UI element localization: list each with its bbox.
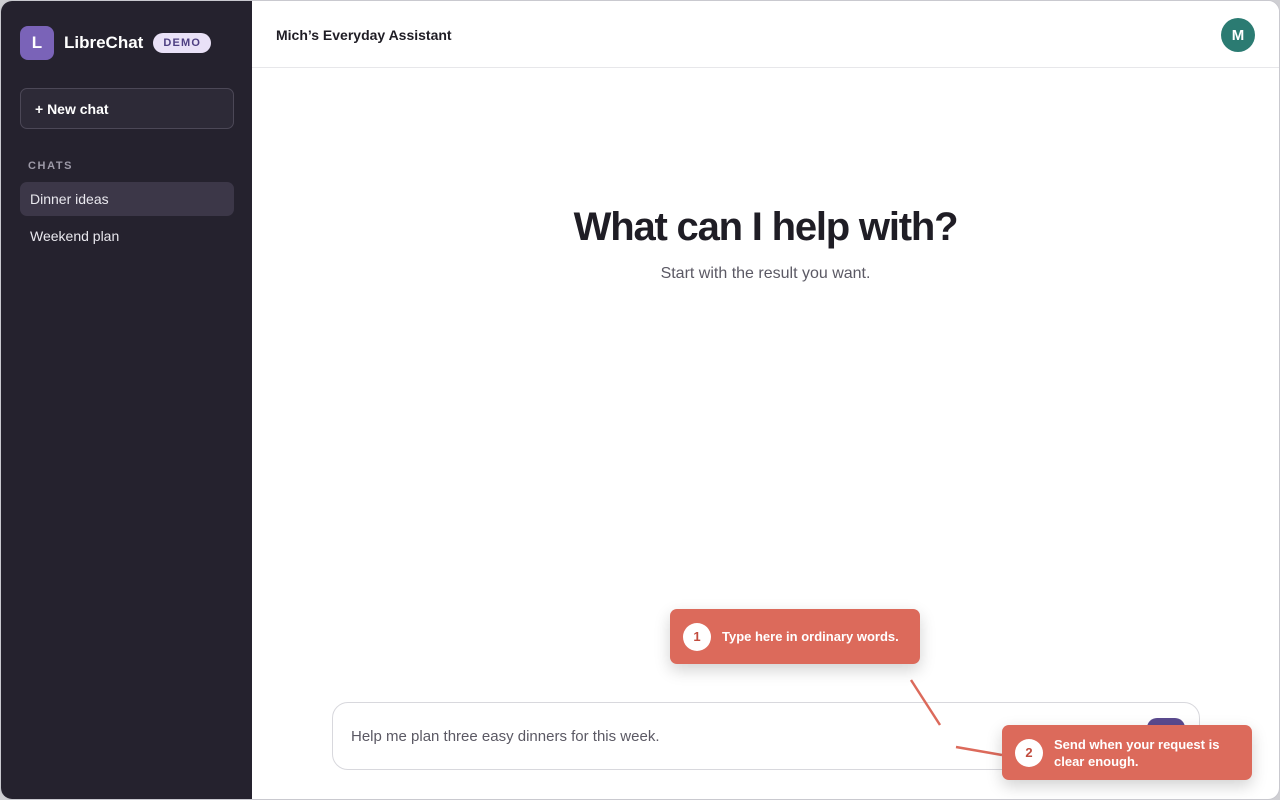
welcome-heading: What can I help with? [573, 205, 959, 249]
assistant-title: Mich’s Everyday Assistant [276, 27, 452, 43]
header: Mich’s Everyday Assistant M [252, 1, 1279, 68]
brand-name: LibreChat [64, 33, 144, 52]
new-chat-button[interactable]: + New chat [20, 88, 234, 129]
callout-number: 2 [1015, 738, 1043, 767]
brand-logo-icon: L [20, 26, 54, 60]
sidebar: L LibreChat DEMO + New chat CHATS Dinner… [1, 1, 252, 799]
user-avatar[interactable]: M [1221, 18, 1255, 52]
app-window: L LibreChat DEMO + New chat CHATS Dinner… [0, 0, 1280, 800]
welcome-subtitle: Start with the result you want. [660, 265, 871, 282]
demo-badge: DEMO [153, 33, 212, 53]
chat-item-weekend-plan[interactable]: Weekend plan [20, 219, 234, 253]
chats-section-label: CHATS [28, 160, 74, 172]
chat-item-label: Dinner ideas [30, 191, 109, 207]
brand: L LibreChat DEMO [20, 26, 212, 60]
callout-send: 2 Send when your request is clear enough… [1002, 725, 1252, 780]
callout-type-here: 1 Type here in ordinary words. [670, 609, 920, 664]
callout-number: 1 [683, 622, 711, 651]
callout-text: Type here in ordinary words. [722, 629, 899, 644]
chat-item-dinner-ideas[interactable]: Dinner ideas [20, 182, 234, 216]
callout-text: Send when your request is clear enough. [1054, 736, 1220, 769]
chat-item-label: Weekend plan [30, 228, 120, 244]
